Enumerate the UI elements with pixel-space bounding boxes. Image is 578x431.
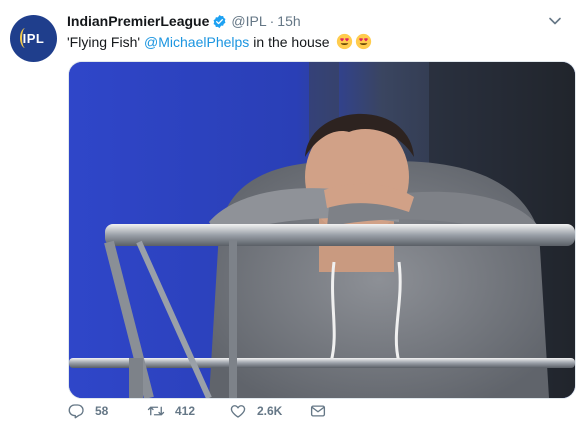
heart-icon [230, 405, 246, 418]
avatar[interactable]: IPL [10, 15, 57, 62]
heart-eyes-emoji [355, 33, 371, 50]
reply-count: 58 [95, 404, 109, 418]
tweet-card[interactable]: IPL IndianPremierLeague @IPL · 15h 'Flyi… [0, 0, 578, 429]
account-handle[interactable]: @IPL [231, 13, 266, 29]
heart-eyes-emoji [336, 33, 352, 50]
like-count: 2.6K [257, 404, 283, 418]
reply-icon [68, 404, 84, 419]
tweet-photo[interactable] [68, 61, 576, 399]
avatar-logo-text: IPL [22, 31, 45, 46]
tweet-text: 'Flying Fish' @MichaelPhelps in the hous… [67, 33, 372, 50]
reply-button[interactable]: 58 [67, 402, 108, 420]
tweet-timestamp[interactable]: 15h [277, 13, 300, 29]
tweet-text-before: 'Flying Fish' [67, 33, 141, 50]
tweet-header: IndianPremierLeague @IPL · 15h [67, 12, 301, 30]
account-name[interactable]: IndianPremierLeague [67, 13, 209, 29]
mention-link[interactable]: @MichaelPhelps [144, 34, 249, 50]
envelope-icon [310, 405, 326, 417]
retweet-icon [147, 406, 165, 416]
retweet-count: 412 [175, 404, 196, 418]
separator-dot: · [269, 13, 275, 29]
retweet-button[interactable]: 412 [147, 402, 195, 420]
verified-badge-icon [213, 14, 226, 28]
photo-illustration [69, 62, 575, 398]
like-button[interactable]: 2.6K [229, 402, 282, 420]
direct-message-button[interactable] [309, 402, 327, 420]
chevron-down-icon[interactable] [548, 14, 562, 28]
tweet-text-after: in the house [253, 33, 330, 50]
